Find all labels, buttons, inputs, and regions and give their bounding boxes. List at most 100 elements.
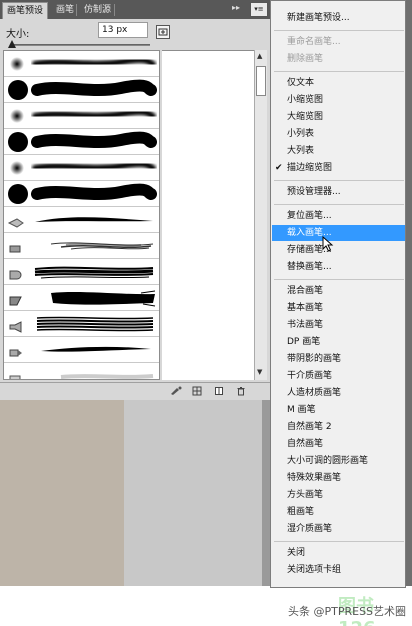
scroll-down-icon[interactable]: ▼	[257, 368, 262, 376]
restore-size-icon[interactable]	[156, 25, 170, 39]
brush-preset-item[interactable]	[4, 103, 159, 131]
menu-item[interactable]: 仅文本	[272, 75, 405, 91]
brush-tip-icon	[7, 131, 29, 157]
brush-preset-item[interactable]	[4, 129, 159, 157]
brush-preset-item[interactable]	[4, 207, 159, 233]
grid-icon[interactable]	[192, 386, 202, 396]
tab-separator	[76, 4, 77, 16]
panel-menu-button[interactable]: ▾≡	[250, 2, 268, 17]
menu-item[interactable]: 复位画笔...	[272, 208, 405, 224]
menu-item[interactable]: 大小可调的圆形画笔	[272, 453, 405, 469]
menu-item[interactable]: 大缩览图	[272, 109, 405, 125]
brush-preset-item[interactable]	[4, 259, 159, 287]
collapse-panel-icon[interactable]: ▸▸	[232, 3, 240, 12]
brush-preset-item[interactable]	[4, 181, 159, 209]
menu-item[interactable]: 湿介质画笔	[272, 521, 405, 537]
watermark-text: 头条 @PTPRESS艺术圈	[288, 605, 407, 618]
brush-stroke-preview	[31, 261, 157, 287]
trash-icon[interactable]	[236, 386, 246, 396]
brush-preset-item[interactable]	[4, 233, 159, 261]
scroll-thumb[interactable]	[256, 66, 266, 96]
brush-preset-item[interactable]	[4, 77, 159, 103]
menu-item[interactable]: 粗画笔	[272, 504, 405, 520]
brush-preset-item[interactable]	[4, 285, 159, 313]
tab-brush[interactable]: 画笔	[52, 2, 78, 19]
brush-tip-icon	[7, 158, 27, 182]
brush-list-empty-area	[162, 50, 254, 380]
toggle-brush-panel-icon[interactable]	[170, 386, 182, 396]
menu-item[interactable]: M 画笔	[272, 402, 405, 418]
brush-tip-icon	[7, 54, 27, 78]
menu-item[interactable]: 小列表	[272, 126, 405, 142]
menu-item[interactable]: 干介质画笔	[272, 368, 405, 384]
menu-item[interactable]: 自然画笔 2	[272, 419, 405, 435]
menu-item[interactable]: 替换画笔...	[272, 259, 405, 275]
menu-item[interactable]: 关闭选项卡组	[272, 562, 405, 578]
menu-item[interactable]: 书法画笔	[272, 317, 405, 333]
menu-item-label: 关闭	[287, 548, 306, 558]
brush-tip-icon	[7, 106, 27, 130]
menu-item-label: M 画笔	[287, 405, 316, 415]
size-input[interactable]: 13 px	[98, 22, 148, 38]
brush-preset-item[interactable]	[4, 155, 159, 182]
menu-item-label: 小列表	[287, 129, 315, 139]
menu-item-label: 关闭选项卡组	[287, 565, 342, 575]
menu-item-label: 湿介质画笔	[287, 524, 333, 534]
menu-item[interactable]: 大列表	[272, 143, 405, 159]
mouse-cursor-icon	[322, 236, 334, 252]
menu-item[interactable]: 方头画笔	[272, 487, 405, 503]
menu-item-label: 描边缩览图	[287, 163, 333, 173]
menu-item-label: 大小可调的圆形画笔	[287, 456, 369, 466]
brush-tip-icon	[7, 318, 25, 337]
brush-stroke-preview	[31, 183, 157, 209]
brush-stroke-preview	[31, 235, 157, 261]
tab-brush-presets[interactable]: 画笔预设	[2, 2, 49, 19]
scroll-up-icon[interactable]: ▲	[257, 52, 262, 60]
brush-presets-panel: 画笔预设 画笔 仿制源 ▸▸ ▾≡ 大小: 13 px ▲ ▼	[0, 0, 272, 400]
brush-tip-icon	[7, 344, 25, 363]
brush-list-scrollbar[interactable]: ▲ ▼	[254, 50, 267, 380]
size-slider-track[interactable]	[10, 44, 150, 46]
menu-item[interactable]: 预设管理器...	[272, 184, 405, 200]
new-preset-icon[interactable]	[214, 386, 224, 396]
tab-clone-source[interactable]: 仿制源	[80, 2, 115, 19]
menu-separator	[274, 204, 404, 205]
brush-stroke-preview	[31, 105, 157, 131]
panel-footer	[0, 382, 272, 398]
brush-stroke-preview	[31, 287, 157, 313]
brush-stroke-preview	[31, 131, 157, 157]
menu-separator	[274, 180, 404, 181]
menu-item[interactable]: 带阴影的画笔	[272, 351, 405, 367]
brush-preset-item[interactable]	[4, 363, 159, 379]
panel-flyout-menu: 新建画笔预设... 重命名画笔... 删除画笔 仅文本 小缩览图 大缩览图 小列表 大列表 ✔ 描…	[270, 0, 406, 588]
menu-item[interactable]: 人造材质画笔	[272, 385, 405, 401]
brush-tip-icon	[7, 214, 25, 233]
menu-item[interactable]: 关闭	[272, 545, 405, 561]
menu-item[interactable]: ✔ 描边缩览图	[272, 160, 405, 176]
size-slider-thumb[interactable]	[8, 40, 16, 48]
brush-preset-item[interactable]	[4, 311, 159, 337]
menu-item[interactable]: 小缩览图	[272, 92, 405, 108]
menu-item[interactable]: 载入画笔...	[272, 225, 405, 241]
menu-item-label: 干介质画笔	[287, 371, 333, 381]
menu-item[interactable]: DP 画笔	[272, 334, 405, 350]
far-right-strip	[405, 0, 412, 586]
menu-item[interactable]: 存储画笔...	[272, 242, 405, 258]
menu-item[interactable]: 基本画笔	[272, 300, 405, 316]
brush-preset-item[interactable]	[4, 51, 159, 78]
menu-item-label: 替换画笔...	[287, 262, 332, 272]
brush-stroke-preview	[31, 339, 157, 365]
menu-item-label: 重命名画笔...	[287, 37, 341, 47]
brush-preset-item[interactable]	[4, 337, 159, 365]
menu-item: 重命名画笔...	[272, 34, 405, 50]
menu-item-label: 粗画笔	[287, 507, 315, 517]
menu-item[interactable]: 新建画笔预设...	[272, 10, 405, 26]
menu-separator	[274, 30, 404, 31]
canvas-gray-area	[124, 386, 269, 586]
menu-item-label: 大列表	[287, 146, 315, 156]
menu-item[interactable]: 混合画笔	[272, 283, 405, 299]
brush-tip-icon	[7, 183, 29, 209]
menu-item-label: 新建画笔预设...	[287, 13, 350, 23]
menu-item[interactable]: 特殊效果画笔	[272, 470, 405, 486]
menu-item[interactable]: 自然画笔	[272, 436, 405, 452]
